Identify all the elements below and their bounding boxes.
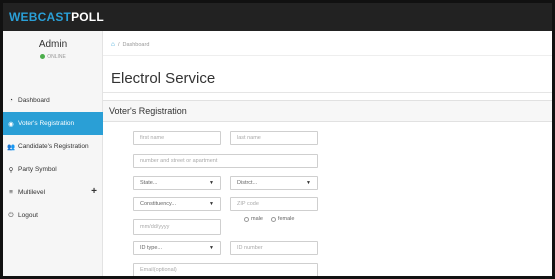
dob-field[interactable]: mm/dd/yyyy	[133, 219, 221, 235]
radio-icon	[244, 216, 249, 222]
map-marker-icon: ⚲	[8, 166, 14, 174]
gender-radio-group: male female	[244, 216, 294, 222]
dashboard-icon: ◔	[9, 97, 13, 104]
breadcrumb-current: Dashboard	[122, 41, 150, 48]
sidebar-item-label: Logout	[18, 212, 38, 219]
user-status-label: ONLINE	[47, 54, 66, 60]
list-icon: ≡	[9, 189, 13, 196]
user-circle-icon: ◉	[8, 120, 14, 128]
panel-title: Voter's Registration	[103, 100, 552, 122]
sidebar-item-label: Voter's Registration	[18, 120, 75, 127]
brand-logo[interactable]: WEBCASTPOLL	[9, 10, 104, 24]
sidebar: Admin ONLINE ◔ Dashboard ◉ Voter's Regis…	[3, 31, 103, 276]
sidebar-item-label: Dashboard	[18, 97, 50, 104]
district-select[interactable]: Distrct... ▼	[230, 176, 318, 190]
breadcrumb-divider	[103, 55, 552, 56]
district-value: Distrct...	[237, 180, 258, 186]
user-panel: Admin ONLINE	[3, 39, 103, 61]
sidebar-item-voters-registration[interactable]: ◉ Voter's Registration	[3, 112, 103, 135]
zip-placeholder: ZIP code	[237, 201, 259, 207]
brand-part-2: POLL	[71, 10, 104, 24]
expand-plus-icon[interactable]: +	[91, 186, 97, 197]
gender-male-option[interactable]: male	[244, 216, 263, 222]
address-field[interactable]: number and street or apartment	[133, 154, 318, 168]
main-content: ⌂ / Dashboard Electrol Service Voter's R…	[103, 31, 552, 276]
id-type-select[interactable]: ID type... ▼	[133, 241, 221, 255]
constituency-select[interactable]: Constituency... ▼	[133, 197, 221, 211]
sidebar-item-multilevel[interactable]: ≡ Multilevel +	[3, 181, 103, 204]
chevron-down-icon: ▼	[209, 180, 214, 186]
sidebar-item-candidates-registration[interactable]: 👥 Candidate's Registration	[3, 135, 103, 158]
gender-male-label: male	[251, 216, 263, 222]
title-divider	[103, 92, 552, 93]
sidebar-item-dashboard[interactable]: ◔ Dashboard	[3, 89, 103, 112]
id-type-value: ID type...	[140, 245, 163, 251]
zip-field[interactable]: ZIP code	[230, 197, 318, 211]
state-value: State...	[140, 180, 158, 186]
chevron-down-icon: ▼	[209, 201, 214, 207]
breadcrumb: ⌂ / Dashboard	[111, 41, 149, 48]
sidebar-item-logout[interactable]: ⏻ Logout	[3, 204, 103, 227]
sidebar-nav: ◔ Dashboard ◉ Voter's Registration 👥 Can…	[3, 89, 103, 227]
chevron-down-icon: ▼	[209, 245, 214, 251]
home-icon[interactable]: ⌂	[111, 41, 115, 48]
chevron-down-icon: ▼	[306, 180, 311, 186]
first-name-field[interactable]: first name	[133, 131, 221, 145]
id-number-placeholder: ID number	[237, 245, 263, 251]
users-icon: 👥	[7, 143, 16, 151]
gender-female-option[interactable]: female	[270, 216, 295, 222]
power-icon: ⏻	[8, 211, 14, 219]
breadcrumb-separator: /	[117, 41, 120, 48]
brand-part-1: WEBCAST	[9, 10, 72, 24]
sidebar-item-label: Multilevel	[18, 189, 46, 196]
page-title: Electrol Service	[111, 70, 216, 87]
sidebar-item-label: Party Symbol	[18, 166, 57, 173]
gender-female-label: female	[277, 216, 295, 222]
app-window: WEBCASTPOLL Admin ONLINE ◔ Dashboard ◉ V…	[0, 0, 555, 279]
constituency-value: Constituency...	[140, 201, 176, 207]
radio-icon	[270, 216, 276, 222]
user-status: ONLINE	[3, 53, 103, 61]
sidebar-item-label: Candidate's Registration	[18, 143, 89, 150]
email-field[interactable]: Email(optional)	[133, 263, 318, 276]
last-name-field[interactable]: last name	[230, 131, 318, 145]
dob-placeholder: mm/dd/yyyy	[140, 224, 170, 230]
user-name: Admin	[38, 39, 68, 50]
address-placeholder: number and street or apartment	[140, 158, 218, 164]
email-placeholder: Email(optional)	[140, 267, 177, 273]
online-dot-icon	[40, 54, 46, 60]
last-name-placeholder: last name	[237, 135, 261, 141]
sidebar-item-party-symbol[interactable]: ⚲ Party Symbol	[3, 158, 103, 181]
top-navbar: WEBCASTPOLL	[3, 3, 552, 31]
id-number-field[interactable]: ID number	[230, 241, 318, 255]
first-name-placeholder: first name	[140, 135, 165, 141]
state-select[interactable]: State... ▼	[133, 176, 221, 190]
